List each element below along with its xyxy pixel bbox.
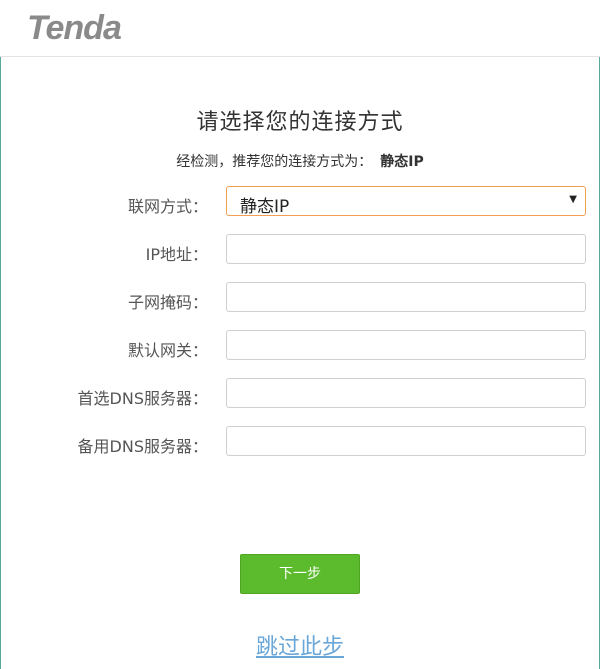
connection-type-label: 联网方式： [127, 197, 208, 216]
tenda-logo: Tenda [27, 9, 122, 47]
row-gateway: 默认网关： [0, 330, 600, 362]
gateway-input[interactable] [226, 330, 586, 360]
detection-result: 经检测，推荐您的连接方式为： 静态IP [0, 151, 600, 171]
primary-dns-input[interactable] [226, 378, 586, 408]
gateway-label: 默认网关： [127, 341, 208, 360]
skip-step-link[interactable]: 跳过此步 [0, 629, 600, 661]
secondary-dns-label: 备用DNS服务器： [77, 437, 208, 456]
ip-address-label: IP地址： [145, 245, 208, 264]
row-connection-type: 联网方式： 静态IP ▼ [0, 186, 600, 218]
connection-type-select[interactable]: 静态IP ▼ [226, 186, 586, 217]
row-secondary-dns: 备用DNS服务器： [0, 426, 600, 458]
chevron-down-icon: ▼ [569, 194, 577, 205]
detection-prefix: 经检测，推荐您的连接方式为： [176, 154, 373, 170]
logo-text: Tenda [27, 9, 121, 47]
ip-address-input[interactable] [226, 234, 586, 264]
subnet-mask-input[interactable] [226, 282, 586, 312]
subnet-mask-label: 子网掩码： [127, 293, 208, 312]
row-ip-address: IP地址： [0, 234, 600, 266]
row-primary-dns: 首选DNS服务器： [0, 378, 600, 410]
header: Tenda [0, 0, 600, 57]
detection-value: 静态IP [380, 154, 424, 170]
secondary-dns-input[interactable] [226, 426, 586, 456]
row-subnet-mask: 子网掩码： [0, 282, 600, 314]
next-step-button[interactable]: 下一步 [240, 554, 360, 594]
page-title: 请选择您的连接方式 [196, 110, 404, 135]
connection-type-value: 静态IP [240, 197, 290, 217]
primary-dns-label: 首选DNS服务器： [77, 389, 208, 408]
